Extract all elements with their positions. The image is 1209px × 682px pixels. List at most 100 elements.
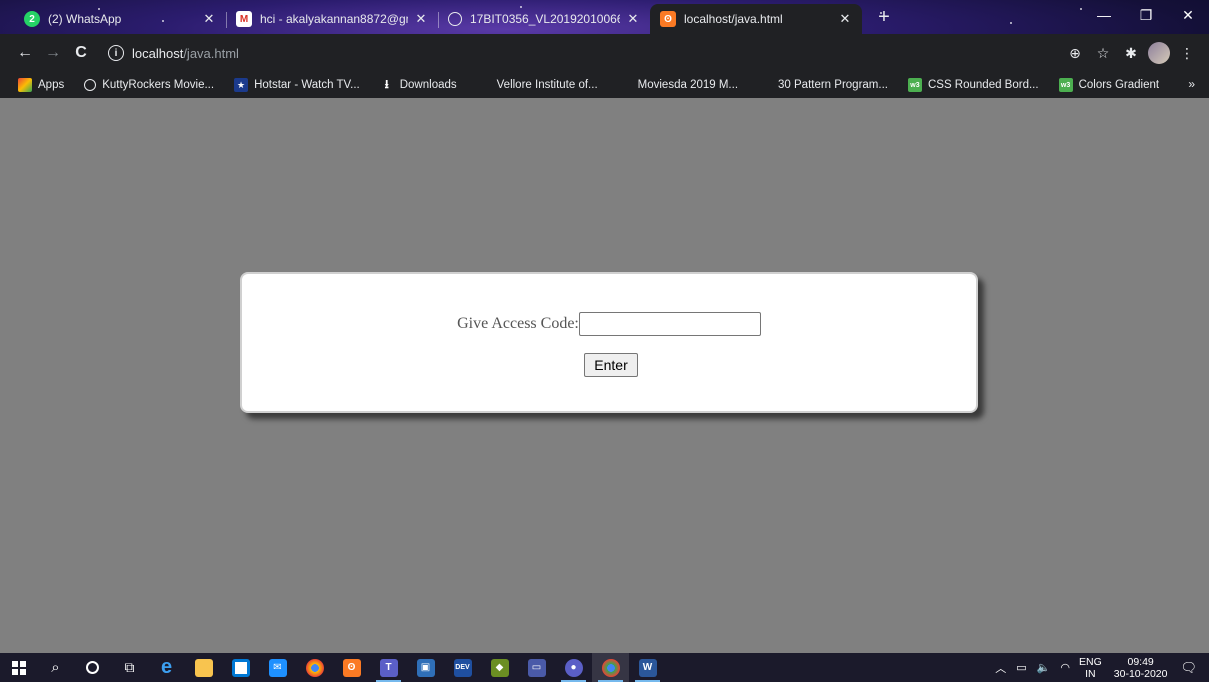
windows-taskbar: ⌕ ⧉ e ✉ ʘ T ▣ DEV ◆ ▭ ● W ︿ ▭ 🔈 ◠ ENG IN… (0, 653, 1209, 682)
bookmark-label: CSS Rounded Bord... (927, 79, 1039, 91)
chrome-running-icon[interactable] (592, 653, 629, 682)
clock[interactable]: 09:49 30-10-2020 (1114, 656, 1168, 680)
tab-title: (2) WhatsApp (48, 12, 122, 26)
bookmark-label: Apps (38, 79, 65, 91)
chevron-up-icon[interactable]: ︿ (995, 660, 1006, 676)
bookmark-label: Downloads (399, 79, 457, 91)
media-app-icon[interactable]: ● (555, 653, 592, 682)
tab-gmail[interactable]: M hci - akalyakannan8872@gmail.c ✕ (226, 4, 438, 34)
file-explorer-icon[interactable] (185, 653, 222, 682)
bookmark-label: Moviesda 2019 M... (637, 79, 739, 91)
browser-chrome: 2 (2) WhatsApp ✕ M hci - akalyakannan887… (0, 0, 1209, 98)
zoom-icon[interactable]: ⊕ (1061, 39, 1089, 67)
task-view-icon[interactable]: ⧉ (111, 653, 148, 682)
bookmark-label: Hotstar - Watch TV... (254, 79, 360, 91)
windows-logo-icon (11, 660, 26, 675)
xampp-icon[interactable]: ʘ (333, 653, 370, 682)
reload-icon[interactable]: C (68, 40, 94, 66)
teams-icon[interactable]: T (370, 653, 407, 682)
bookmarks-bar: Apps KuttyRockers Movie... ★ Hotstar - W… (0, 72, 1209, 98)
bookmark-label: 30 Pattern Program... (778, 79, 888, 91)
close-window-icon[interactable]: ✕ (1167, 0, 1209, 30)
globe-icon (84, 79, 97, 91)
avatar (1148, 42, 1170, 64)
w3schools-icon: w3 (1058, 78, 1073, 92)
w3schools-icon: w3 (907, 78, 922, 92)
restore-icon[interactable]: ❐ (1125, 0, 1167, 30)
tab-localhost[interactable]: ʘ localhost/java.html ✕ (650, 4, 862, 34)
terminal-icon[interactable]: ▭ (518, 653, 555, 682)
enter-button[interactable]: Enter (584, 353, 638, 377)
vit-icon (477, 78, 491, 92)
clock-time: 09:49 (1127, 655, 1154, 668)
info-icon[interactable]: i (108, 45, 124, 61)
gmail-icon: M (236, 11, 252, 27)
page-viewport: Give Access Code: Enter (0, 98, 1209, 653)
bookmarks-overflow-icon[interactable]: » (1188, 77, 1195, 91)
bookmark-apps[interactable]: Apps (18, 78, 64, 92)
store-icon[interactable] (222, 653, 259, 682)
lang-code: ENG (1079, 655, 1102, 668)
apps-grid-icon (18, 78, 32, 92)
battery-icon[interactable]: ▭ (1016, 661, 1026, 674)
globe-icon (448, 12, 462, 26)
close-icon[interactable]: ✕ (202, 11, 216, 27)
tab-strip: 2 (2) WhatsApp ✕ M hci - akalyakannan887… (0, 0, 1209, 34)
access-code-input[interactable] (578, 312, 761, 336)
close-icon[interactable]: ✕ (838, 11, 852, 27)
minimize-icon[interactable]: — (1083, 0, 1125, 30)
tab-title: hci - akalyakannan8872@gmail.c (260, 12, 408, 26)
tab-title: 17BIT0356_VL2019201006617_PE (470, 12, 620, 26)
window-controls: — ❐ ✕ (1083, 0, 1209, 30)
close-icon[interactable]: ✕ (414, 11, 428, 27)
access-code-card: Give Access Code: Enter (240, 272, 978, 413)
forward-icon[interactable]: → (40, 40, 66, 66)
devcpp-icon[interactable]: DEV (444, 653, 481, 682)
notifications-icon[interactable]: 🗨 (1180, 660, 1197, 676)
bookmark-item[interactable]: Moviesda 2019 M... (618, 78, 738, 92)
bookmark-item[interactable]: w3 Colors Gradient (1058, 78, 1160, 92)
cortana-icon[interactable] (74, 653, 111, 682)
back-icon[interactable]: ← (12, 40, 38, 66)
system-tray: ︿ ▭ 🔈 ◠ ENG IN 09:49 30-10-2020 🗨 (990, 653, 1209, 682)
tab-whatsapp[interactable]: 2 (2) WhatsApp ✕ (14, 4, 226, 34)
virtualbox-icon[interactable]: ▣ (407, 653, 444, 682)
bookmark-item[interactable]: KuttyRockers Movie... (84, 79, 214, 91)
bookmark-item[interactable]: Vellore Institute of... (477, 78, 598, 92)
app-icon[interactable]: ◆ (481, 653, 518, 682)
bookmark-label: Colors Gradient (1078, 79, 1160, 91)
menu-icon[interactable]: ⋮ (1173, 39, 1201, 67)
moviesda-icon (618, 78, 632, 92)
clock-date: 30-10-2020 (1113, 667, 1168, 680)
url-path: /java.html (183, 45, 239, 61)
tab-pdf[interactable]: 17BIT0356_VL2019201006617_PE ✕ (438, 4, 650, 34)
wifi-icon[interactable]: ◠ (1060, 661, 1070, 674)
bookmark-star-icon[interactable]: ☆ (1089, 39, 1117, 67)
search-icon[interactable]: ⌕ (37, 653, 74, 682)
tab-title: localhost/java.html (684, 12, 783, 26)
chrome-taskbar-icon[interactable] (296, 653, 333, 682)
edge-icon[interactable]: e (148, 653, 185, 682)
browser-toolbar: ← → C i localhost/java.html ⊕ ☆ ✱ ⋮ (0, 34, 1209, 72)
bookmark-item[interactable]: w3 CSS Rounded Bord... (907, 78, 1039, 92)
word-icon[interactable]: W (629, 653, 666, 682)
access-code-row: Give Access Code: (242, 312, 976, 336)
bookmark-label: Vellore Institute of... (496, 79, 598, 91)
mail-icon[interactable]: ✉ (259, 653, 296, 682)
bookmark-label: KuttyRockers Movie... (102, 79, 215, 91)
profile-avatar[interactable] (1145, 39, 1173, 67)
volume-icon[interactable]: 🔈 (1037, 661, 1051, 674)
url-host: localhost (132, 45, 184, 61)
bookmark-item[interactable]: ⭳ Downloads (380, 76, 457, 92)
extensions-icon[interactable]: ✱ (1117, 39, 1145, 67)
close-icon[interactable]: ✕ (626, 11, 640, 27)
start-button[interactable] (0, 653, 37, 682)
download-icon: ⭳ (384, 76, 389, 91)
access-code-label: Give Access Code: (457, 315, 579, 332)
bookmark-item[interactable]: 30 Pattern Program... (758, 78, 888, 92)
language-indicator[interactable]: ENG IN (1079, 656, 1102, 680)
bookmark-item[interactable]: ★ Hotstar - Watch TV... (234, 78, 360, 92)
hotstar-icon: ★ (234, 78, 249, 92)
new-tab-button[interactable]: + (870, 3, 898, 31)
address-bar[interactable]: i localhost/java.html (102, 39, 1051, 67)
